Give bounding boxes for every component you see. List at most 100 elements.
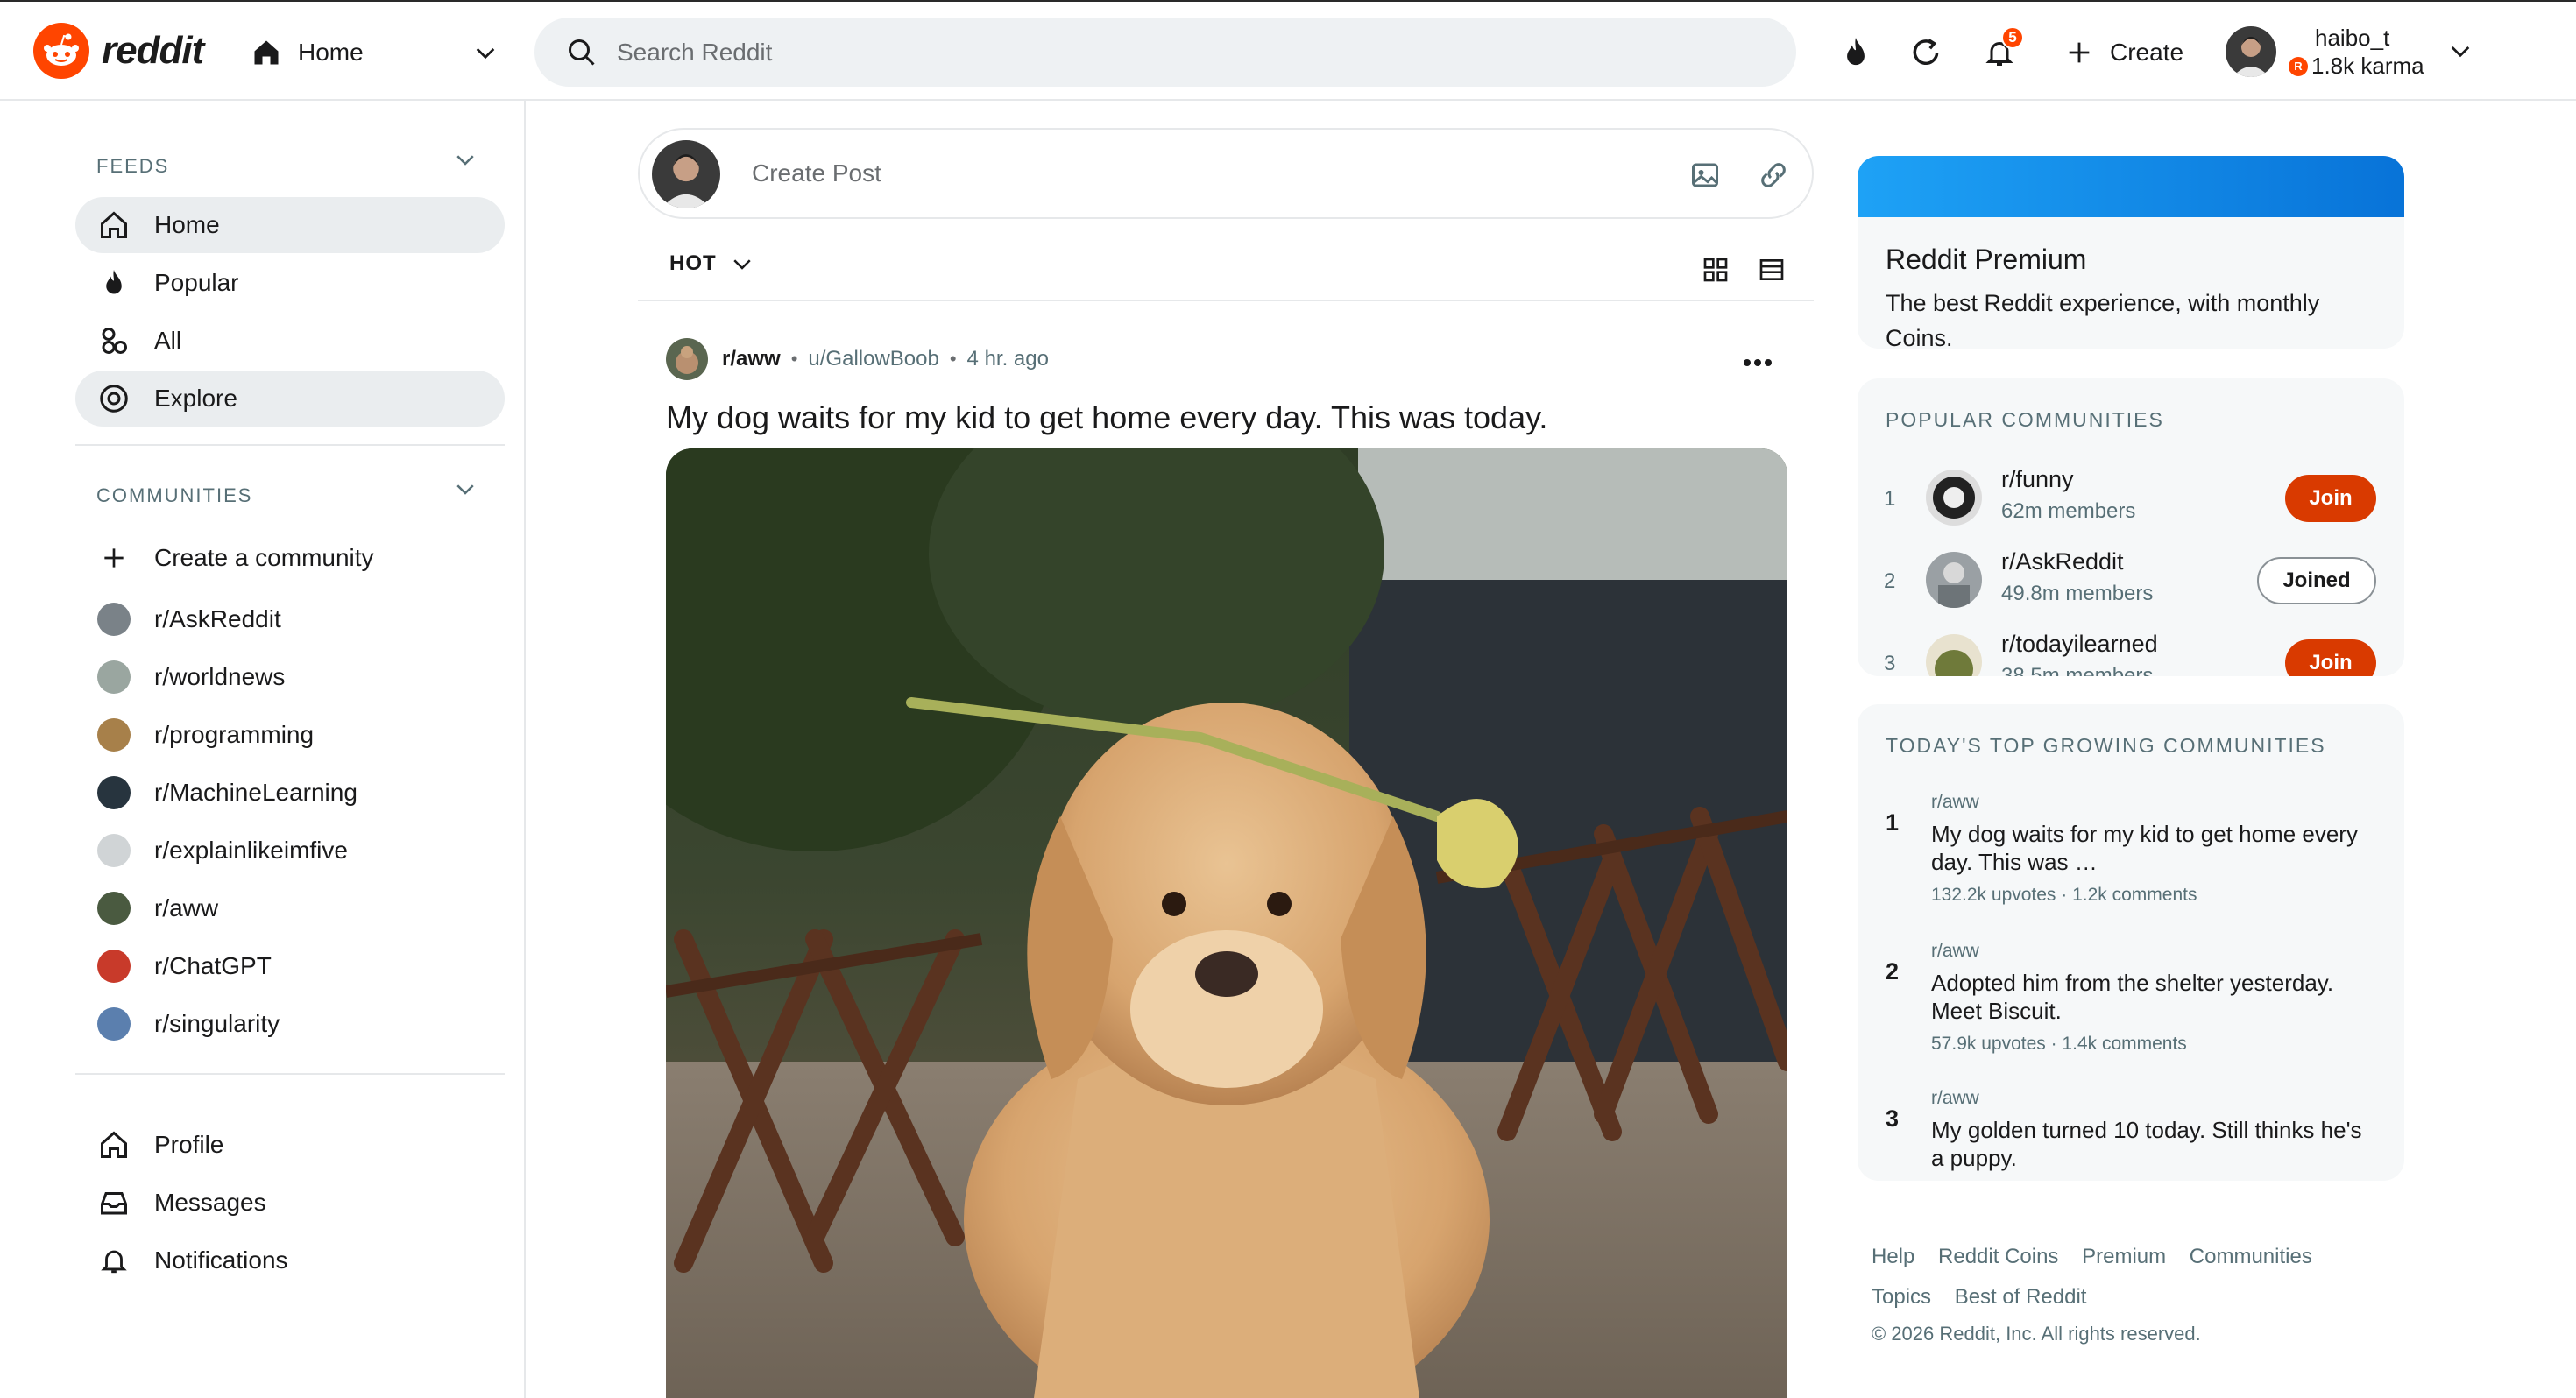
community-rank: 2 <box>1884 569 1896 593</box>
sidebar-item-popular[interactable]: Popular <box>75 255 505 311</box>
karma-value: 1.8k karma <box>2311 53 2424 79</box>
popular-flame-icon[interactable] <box>1836 33 1875 72</box>
compass-icon <box>96 381 131 416</box>
subreddit-avatar[interactable] <box>666 338 708 380</box>
feeds-heading: FEEDS <box>96 155 170 177</box>
popular-communities-card: POPULAR COMMUNITIES 1 r/funny 62m member… <box>1858 378 2404 676</box>
post-title[interactable]: My dog waits for my kid to get home ever… <box>666 399 1547 436</box>
username: haibo_t <box>2315 25 2390 51</box>
refresh-icon[interactable] <box>1907 33 1945 72</box>
sidebar-item-label: Notifications <box>154 1246 288 1274</box>
chevron-down-icon[interactable] <box>452 146 478 173</box>
separator-dot: • <box>949 348 957 370</box>
sort-dropdown[interactable]: HOT <box>669 251 755 277</box>
community-name: r/funny <box>2001 466 2074 492</box>
footer-link-help[interactable]: Help <box>1872 1245 1914 1268</box>
top-growing-rank: 1 <box>1886 809 1900 836</box>
inbox-icon <box>96 1185 131 1220</box>
top-growing-title: My golden turned 10 today. Still thinks … <box>1931 1117 2362 1171</box>
sort-bar: HOT <box>638 245 1814 301</box>
sidebar-item-all[interactable]: All <box>75 313 505 369</box>
community-avatar <box>97 718 131 752</box>
footer-link-best-of-reddit[interactable]: Best of Reddit <box>1955 1285 2087 1309</box>
notifications-badge: 5 <box>2001 26 2024 49</box>
sidebar-item-label: r/singularity <box>154 1010 280 1037</box>
sidebar-community-askreddit[interactable]: r/AskReddit <box>75 591 505 647</box>
separator-dot: • <box>790 348 798 370</box>
karma-row: R 1.8k karma <box>2289 53 2424 80</box>
karma-icon: R <box>2289 56 2308 76</box>
top-growing-stats: 132.2k upvotes · 1.2k comments <box>1931 885 2197 905</box>
image-icon[interactable] <box>1686 156 1724 194</box>
top-growing-stats: 57.9k upvotes · 1.4k comments <box>1931 1034 2187 1054</box>
top-growing-item[interactable]: 3 r/aww My golden turned 10 today. Still… <box>1858 1088 2404 1181</box>
search-input[interactable]: Search Reddit <box>617 39 772 67</box>
create-community-button[interactable]: Create a community <box>75 530 505 586</box>
post-author[interactable]: u/GallowBoob <box>808 347 938 371</box>
sidebar-item-messages[interactable]: Messages <box>75 1175 505 1231</box>
create-button[interactable]: Create <box>2064 33 2183 72</box>
card-view-icon[interactable] <box>1698 252 1733 287</box>
sidebar-item-notifications[interactable]: Notifications <box>75 1232 505 1289</box>
joined-button[interactable]: Joined <box>2257 557 2376 604</box>
sidebar-item-profile[interactable]: Profile <box>75 1117 505 1173</box>
user-menu[interactable]: haibo_t R 1.8k karma <box>2226 25 2471 81</box>
reddit-logo[interactable]: reddit <box>33 23 204 79</box>
top-growing-title: My dog waits for my kid to get home ever… <box>1931 821 2358 875</box>
top-growing-subreddit: r/aww <box>1931 941 1979 961</box>
sort-label: HOT <box>669 251 717 275</box>
link-icon[interactable] <box>1754 156 1793 194</box>
top-growing-rank: 2 <box>1886 958 1900 985</box>
community-avatar <box>97 1007 131 1041</box>
create-post-input[interactable]: Create Post <box>752 159 881 187</box>
join-button[interactable]: Join <box>2285 475 2376 522</box>
sidebar-item-label: r/ChatGPT <box>154 952 272 979</box>
sidebar-community-programming[interactable]: r/programming <box>75 707 505 763</box>
sidebar-item-label: r/AskReddit <box>154 605 281 632</box>
create-post-bar[interactable]: Create Post <box>638 128 1814 219</box>
premium-card[interactable]: Reddit Premium The best Reddit experienc… <box>1858 156 2404 349</box>
user-avatar <box>2226 26 2276 77</box>
footer-links: Help Reddit Coins Premium Communities To… <box>1872 1237 2397 1317</box>
footer-link-topics[interactable]: Topics <box>1872 1285 1931 1309</box>
join-button[interactable]: Join <box>2285 639 2376 676</box>
search-bar[interactable]: Search Reddit <box>534 18 1796 87</box>
sidebar-community-explainlikeimfive[interactable]: r/explainlikeimfive <box>75 823 505 879</box>
sidebar-community-worldnews[interactable]: r/worldnews <box>75 649 505 705</box>
post-card[interactable]: r/aww • u/GallowBoob • 4 hr. ago My dog … <box>638 310 1814 1398</box>
community-members: 62m members <box>2001 499 2136 523</box>
community-row-todayilearned[interactable]: 3 r/todayilearned 38.5m members Join <box>1858 631 2404 676</box>
top-growing-item[interactable]: 2 r/aww Adopted him from the shelter yes… <box>1858 941 2404 1072</box>
sidebar-community-chatgpt[interactable]: r/ChatGPT <box>75 938 505 994</box>
chevron-down-icon[interactable] <box>452 476 478 502</box>
community-avatar <box>1926 634 1982 676</box>
sidebar-divider <box>75 444 505 446</box>
community-row-funny[interactable]: 1 r/funny 62m members Join <box>1858 466 2404 536</box>
post-image[interactable] <box>666 448 1787 1398</box>
sidebar-item-explore[interactable]: Explore <box>75 371 505 427</box>
footer-link-premium[interactable]: Premium <box>2082 1245 2166 1268</box>
footer-link-reddit-coins[interactable]: Reddit Coins <box>1938 1245 2058 1268</box>
subreddit-link[interactable]: r/aww <box>722 347 781 371</box>
top-growing-heading: TODAY'S TOP GROWING COMMUNITIES <box>1886 734 2326 757</box>
community-row-askreddit[interactable]: 2 r/AskReddit 49.8m members Joined <box>1858 548 2404 618</box>
community-avatar <box>97 834 131 867</box>
home-icon <box>96 208 131 243</box>
sidebar-community-aww[interactable]: r/aww <box>75 880 505 936</box>
feed-switcher[interactable]: Home <box>251 33 499 72</box>
sidebar-community-singularity[interactable]: r/singularity <box>75 996 505 1052</box>
sidebar-item-label: r/explainlikeimfive <box>154 837 348 864</box>
top-growing-title: Adopted him from the shelter yesterday. … <box>1931 970 2334 1024</box>
sidebar-divider <box>75 1073 505 1075</box>
more-options-icon[interactable] <box>1738 343 1777 382</box>
top-growing-rank: 3 <box>1886 1105 1900 1132</box>
compact-view-icon[interactable] <box>1754 252 1789 287</box>
footer-link-communities[interactable]: Communities <box>2190 1245 2312 1268</box>
logo-wordmark: reddit <box>102 29 204 72</box>
sidebar-item-label: r/programming <box>154 721 315 748</box>
top-growing-item[interactable]: 1 r/aww My dog waits for my kid to get h… <box>1858 792 2404 923</box>
sidebar-community-machinelearning[interactable]: r/MachineLearning <box>75 765 505 821</box>
notifications-bell-icon[interactable]: 5 <box>1980 26 2024 72</box>
sidebar-item-home[interactable]: Home <box>75 197 505 253</box>
create-label: Create <box>2110 39 2184 66</box>
